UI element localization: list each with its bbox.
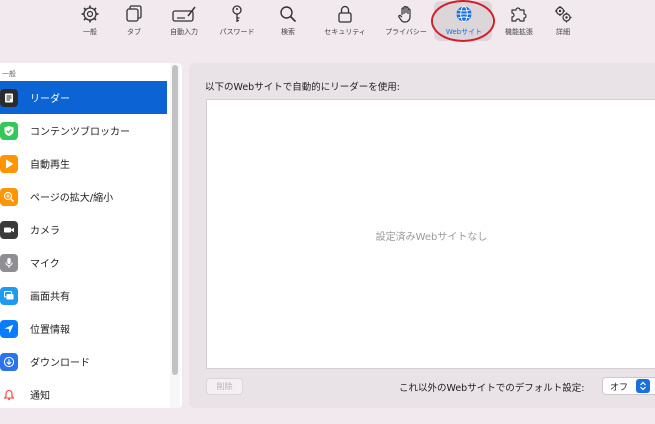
key-icon xyxy=(227,4,247,24)
gear-icon xyxy=(80,4,100,24)
tab-advanced-label: 詳細 xyxy=(556,28,570,36)
preferences-toolbar: 一般 タブ 自動入力 パスワード 検索 セキュリティ プライバシー Webサイト… xyxy=(0,0,655,44)
sidebar-item-label: ダウンロード xyxy=(30,358,90,369)
tab-tabs[interactable]: タブ xyxy=(126,4,142,40)
sidebar-item-notifications[interactable]: 通知 xyxy=(0,378,167,408)
sidebar-item-label: 画面共有 xyxy=(30,292,70,303)
tab-general[interactable]: 一般 xyxy=(80,4,100,40)
sidebar-item-label: 自動再生 xyxy=(30,160,70,171)
tab-advanced[interactable]: 詳細 xyxy=(554,4,572,40)
tab-tabs-label: タブ xyxy=(127,28,141,36)
empty-list-text: 設定済みWebサイトなし xyxy=(375,232,488,243)
tab-general-label: 一般 xyxy=(83,28,97,36)
tab-security[interactable]: セキュリティ xyxy=(316,4,374,40)
sidebar-item-label: マイク xyxy=(30,259,60,270)
sidebar-item-downloads[interactable]: ダウンロード xyxy=(0,345,167,378)
zoom-icon xyxy=(0,187,18,206)
sidebar-item-microphone[interactable]: マイク xyxy=(0,246,167,279)
default-setting-label: これ以外のWebサイトでのデフォルト設定: xyxy=(399,383,585,394)
sidebar-item-autoplay[interactable]: 自動再生 xyxy=(0,147,167,180)
chevron-updown-icon xyxy=(636,379,650,393)
download-icon xyxy=(0,352,18,371)
tab-passwords-label: パスワード xyxy=(219,28,255,36)
remove-button[interactable]: 削除 xyxy=(206,378,243,395)
sidebar-item-screen-sharing[interactable]: 画面共有 xyxy=(0,279,167,312)
sidebar: 一般 リーダー コンテンツブロッカー 自動再生 ページの拡大/縮小 カメラ マイ… xyxy=(0,63,182,408)
bell-icon xyxy=(0,385,18,404)
panel-title: 以下のWebサイトで自動的にリーダーを使用: xyxy=(205,82,400,93)
lock-icon xyxy=(335,4,355,24)
advanced-gears-icon xyxy=(553,4,573,24)
highlight-circle xyxy=(431,0,495,42)
tab-autofill[interactable]: 自動入力 xyxy=(167,4,201,40)
sidebar-item-page-zoom[interactable]: ページの拡大/縮小 xyxy=(0,180,167,213)
tabs-icon xyxy=(124,4,144,24)
reader-icon xyxy=(0,88,18,107)
hand-icon xyxy=(396,4,416,24)
shield-check-icon xyxy=(0,121,18,140)
sidebar-item-label: ページの拡大/縮小 xyxy=(30,193,114,204)
tab-search-label: 検索 xyxy=(281,28,295,36)
play-icon xyxy=(0,154,18,173)
tab-search[interactable]: 検索 xyxy=(279,4,297,40)
tab-passwords[interactable]: パスワード xyxy=(215,4,259,40)
sidebar-scrollbar-thumb[interactable] xyxy=(172,65,178,375)
sidebar-item-label: 通知 xyxy=(30,391,50,402)
configured-websites-list[interactable]: 設定済みWebサイトなし xyxy=(206,99,655,369)
sidebar-header: 一般 xyxy=(2,70,16,78)
autofill-icon xyxy=(171,4,197,24)
sidebar-item-label: リーダー xyxy=(30,94,70,105)
camera-icon xyxy=(0,220,18,239)
screen-share-icon xyxy=(0,286,18,305)
tab-privacy[interactable]: プライバシー xyxy=(380,4,432,40)
sidebar-item-camera[interactable]: カメラ xyxy=(0,213,167,246)
default-setting-value: オフ xyxy=(610,382,629,393)
tab-security-label: セキュリティ xyxy=(324,28,366,36)
location-icon xyxy=(0,319,18,338)
sidebar-item-content-blockers[interactable]: コンテンツブロッカー xyxy=(0,114,167,147)
reader-settings-panel: 以下のWebサイトで自動的にリーダーを使用: 設定済みWebサイトなし 削除 こ… xyxy=(189,63,655,408)
tab-extensions-label: 機能拡張 xyxy=(505,28,533,36)
sidebar-item-label: 位置情報 xyxy=(30,325,70,336)
sidebar-item-reader[interactable]: リーダー xyxy=(0,81,167,114)
tab-autofill-label: 自動入力 xyxy=(170,28,198,36)
sidebar-item-location[interactable]: 位置情報 xyxy=(0,312,167,345)
sidebar-item-label: カメラ xyxy=(30,226,60,237)
default-setting-select[interactable]: オフ xyxy=(602,377,655,395)
tab-extensions[interactable]: 機能拡張 xyxy=(501,4,537,40)
sidebar-item-label: コンテンツブロッカー xyxy=(30,127,130,138)
puzzle-icon xyxy=(509,4,529,24)
tab-privacy-label: プライバシー xyxy=(385,28,427,36)
search-icon xyxy=(278,4,298,24)
microphone-icon xyxy=(0,253,18,272)
